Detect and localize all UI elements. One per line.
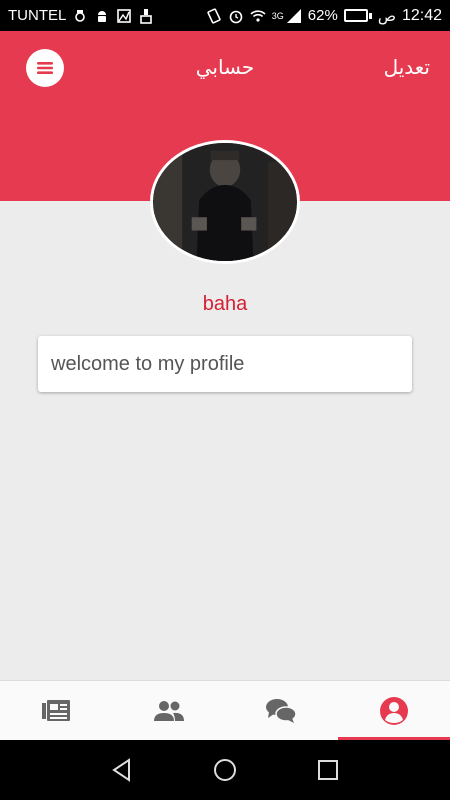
- home-circle-icon: [213, 759, 236, 781]
- tab-news[interactable]: [0, 681, 113, 740]
- ampm-label: ص: [377, 7, 396, 25]
- back-triangle-icon: [111, 758, 130, 782]
- profile-icon: [379, 696, 408, 725]
- camera-notification-icon: [72, 8, 88, 24]
- alarm-icon: [228, 8, 244, 24]
- status-bar: TUNTEL 3G 62% ص 12:42: [0, 0, 450, 31]
- android-notification-icon: [94, 8, 110, 24]
- system-navigation-bar: [0, 740, 450, 800]
- vibrate-icon: [206, 7, 222, 24]
- network-type-label: 3G: [271, 10, 284, 21]
- edit-button[interactable]: تعديل: [384, 55, 430, 80]
- back-button[interactable]: [102, 750, 142, 790]
- profile-photo-image: [153, 143, 297, 261]
- bottom-tab-bar: [0, 680, 450, 740]
- recents-square-icon: [318, 760, 339, 780]
- people-icon: [153, 700, 184, 721]
- username: baha: [202, 293, 248, 315]
- chat-icon: [266, 698, 297, 723]
- tab-chats[interactable]: [225, 681, 338, 740]
- carrier-label: TUNTEL: [8, 7, 67, 24]
- news-icon: [42, 699, 71, 721]
- page-title: حسابي: [195, 57, 255, 79]
- wifi-icon: [250, 8, 266, 24]
- tab-profile[interactable]: [337, 681, 450, 740]
- image-notification-icon: [116, 8, 132, 24]
- tab-friends[interactable]: [113, 681, 226, 740]
- recents-button[interactable]: [308, 750, 348, 790]
- bio-field[interactable]: welcome to my profile: [38, 336, 412, 392]
- clock: 12:42: [401, 6, 442, 24]
- battery-percent: 62%: [307, 7, 338, 24]
- cleaner-notification-icon: [138, 8, 154, 24]
- battery-icon: [343, 9, 372, 22]
- signal-icon: [286, 8, 302, 24]
- avatar[interactable]: [150, 140, 300, 264]
- home-button[interactable]: [205, 750, 245, 790]
